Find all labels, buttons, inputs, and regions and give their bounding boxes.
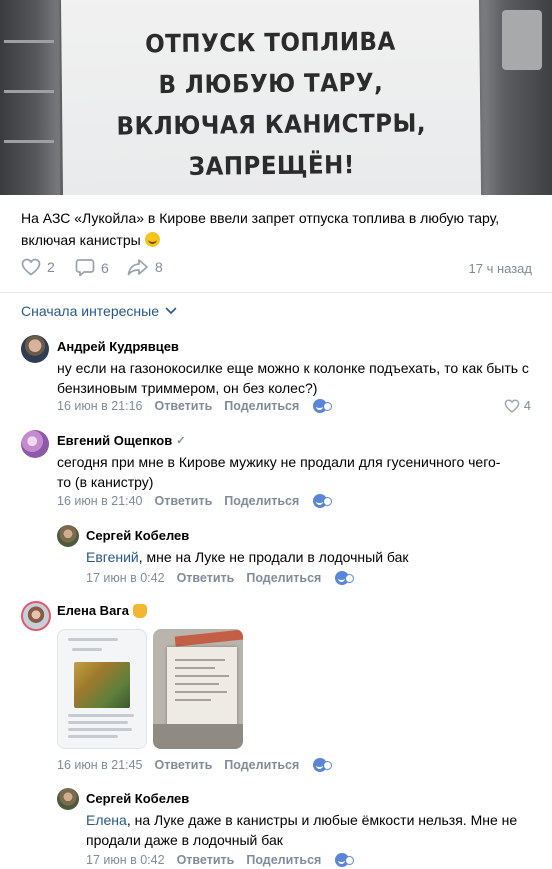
- like-count: 2: [47, 259, 55, 275]
- comment-date[interactable]: 16 июн в 21:45: [57, 758, 143, 772]
- chevron-down-icon: [165, 307, 177, 315]
- attached-screenshot-thumbnail[interactable]: [57, 629, 147, 749]
- post-text: На АЗС «Лукойла» в Кирове ввели запрет о…: [21, 207, 536, 251]
- comment-date[interactable]: 17 июн в 0:42: [86, 853, 165, 867]
- grinning-emoji: [144, 232, 160, 247]
- author-name[interactable]: Елена Вага: [57, 603, 129, 618]
- author-name[interactable]: Андрей Кудрявцев: [57, 339, 179, 354]
- comments-sort-dropdown[interactable]: Сначала интересные: [21, 303, 177, 319]
- comment-author[interactable]: Сергей Кобелев: [86, 791, 189, 806]
- share-comment-button[interactable]: Поделиться: [246, 853, 321, 867]
- post-photo[interactable]: ОТПУСК ТОПЛИВА В ЛЮБУЮ ТАРУ, ВКЛЮЧАЯ КАН…: [0, 0, 552, 195]
- share-icon: [127, 259, 148, 276]
- author-name[interactable]: Сергей Кобелев: [86, 528, 189, 543]
- mention-link[interactable]: Елена: [86, 812, 127, 828]
- comment-text: Евгений, мне на Луке не продали в лодочн…: [86, 547, 536, 567]
- comment-meta: 16 июн в 21:16 Ответить Поделиться: [57, 399, 333, 413]
- share-comment-button[interactable]: Поделиться: [224, 758, 299, 772]
- heart-icon: [504, 398, 520, 413]
- photo-background-left: [0, 0, 60, 195]
- attached-photo-thumbnail[interactable]: [153, 629, 243, 749]
- reaction-icon[interactable]: [335, 571, 355, 585]
- sign-line-4: ЗАПРЕЩЁН!: [188, 150, 355, 181]
- post-actions: 2 6 8 17 ч назад: [21, 258, 532, 280]
- divider: [0, 292, 552, 293]
- reaction-icon[interactable]: [313, 399, 333, 413]
- comment-like-count: 4: [523, 398, 531, 413]
- comment-meta: 16 июн в 21:45 Ответить Поделиться: [57, 758, 333, 772]
- comment-date[interactable]: 16 июн в 21:40: [57, 494, 143, 508]
- author-name[interactable]: Сергей Кобелев: [86, 791, 189, 806]
- verified-icon: ✓: [176, 434, 186, 447]
- reply-button[interactable]: Ответить: [155, 758, 213, 772]
- reply-button[interactable]: Ответить: [155, 399, 213, 413]
- heart-icon: [21, 258, 41, 276]
- author-name[interactable]: Евгений Ощепков: [57, 433, 172, 448]
- share-comment-button[interactable]: Поделиться: [246, 571, 321, 585]
- comment-like-button[interactable]: 4: [504, 398, 531, 413]
- post-time[interactable]: 17 ч назад: [469, 261, 533, 276]
- comment-author[interactable]: Андрей Кудрявцев: [57, 339, 179, 354]
- comment-count: 6: [101, 259, 109, 276]
- reply-button[interactable]: Ответить: [155, 494, 213, 508]
- sign-line-2: В ЛЮБУЮ ТАРУ,: [158, 67, 384, 100]
- reaction-icon[interactable]: [313, 494, 333, 508]
- comment-text: ну если на газонокосилке еще можно к кол…: [57, 360, 529, 396]
- share-comment-button[interactable]: Поделиться: [224, 494, 299, 508]
- reaction-icon[interactable]: [313, 758, 333, 772]
- comment-date[interactable]: 16 июн в 21:16: [57, 399, 143, 413]
- comment-meta: 17 июн в 0:42 Ответить Поделиться: [86, 571, 355, 585]
- comment-icon: [75, 259, 95, 277]
- reply-button[interactable]: Ответить: [177, 571, 235, 585]
- like-button[interactable]: 2: [21, 258, 55, 276]
- comment-date[interactable]: 17 июн в 0:42: [86, 571, 165, 585]
- comment-meta: 16 июн в 21:40 Ответить Поделиться: [57, 494, 333, 508]
- sign-line-3: ВКЛЮЧАЯ КАНИСТРЫ,: [116, 108, 427, 141]
- sort-label: Сначала интересные: [21, 303, 159, 319]
- comment-text-body: , мне на Луке не продали в лодочный бак: [138, 549, 409, 565]
- mention-link[interactable]: Евгений: [86, 549, 139, 565]
- photo-sign: ОТПУСК ТОПЛИВА В ЛЮБУЮ ТАРУ, ВКЛЮЧАЯ КАН…: [60, 0, 482, 195]
- post-text-body: На АЗС «Лукойла» в Кирове ввели запрет о…: [21, 210, 500, 248]
- share-count: 8: [155, 259, 163, 275]
- comment-text: сегодня при мне в Кирове мужику не прода…: [57, 454, 501, 490]
- avatar[interactable]: [21, 335, 49, 363]
- reply-button[interactable]: Ответить: [177, 853, 235, 867]
- ok-hand-emoji: [132, 603, 147, 618]
- comment-author[interactable]: Елена Вага: [57, 603, 147, 618]
- sign-line-1: ОТПУСК ТОПЛИВА: [145, 26, 396, 59]
- share-button[interactable]: 8: [127, 258, 163, 276]
- share-comment-button[interactable]: Поделиться: [224, 399, 299, 413]
- comment-text-line-2: продали даже в лодочный бак: [86, 832, 283, 848]
- comment-meta: 17 июн в 0:42 Ответить Поделиться: [86, 853, 355, 867]
- comment-text-line-1: , на Луке даже в канистры и любые ёмкост…: [126, 812, 518, 828]
- avatar[interactable]: [57, 788, 79, 810]
- avatar[interactable]: [21, 430, 49, 458]
- comment-author[interactable]: Евгений Ощепков ✓: [57, 433, 186, 448]
- photo-background-right: [472, 0, 552, 195]
- avatar[interactable]: [21, 601, 51, 631]
- comment-text: Елена, на Луке даже в канистры и любые ё…: [86, 810, 541, 850]
- reaction-icon[interactable]: [335, 853, 355, 867]
- comment-button[interactable]: 6: [75, 258, 109, 277]
- avatar[interactable]: [57, 525, 79, 547]
- comment-author[interactable]: Сергей Кобелев: [86, 528, 189, 543]
